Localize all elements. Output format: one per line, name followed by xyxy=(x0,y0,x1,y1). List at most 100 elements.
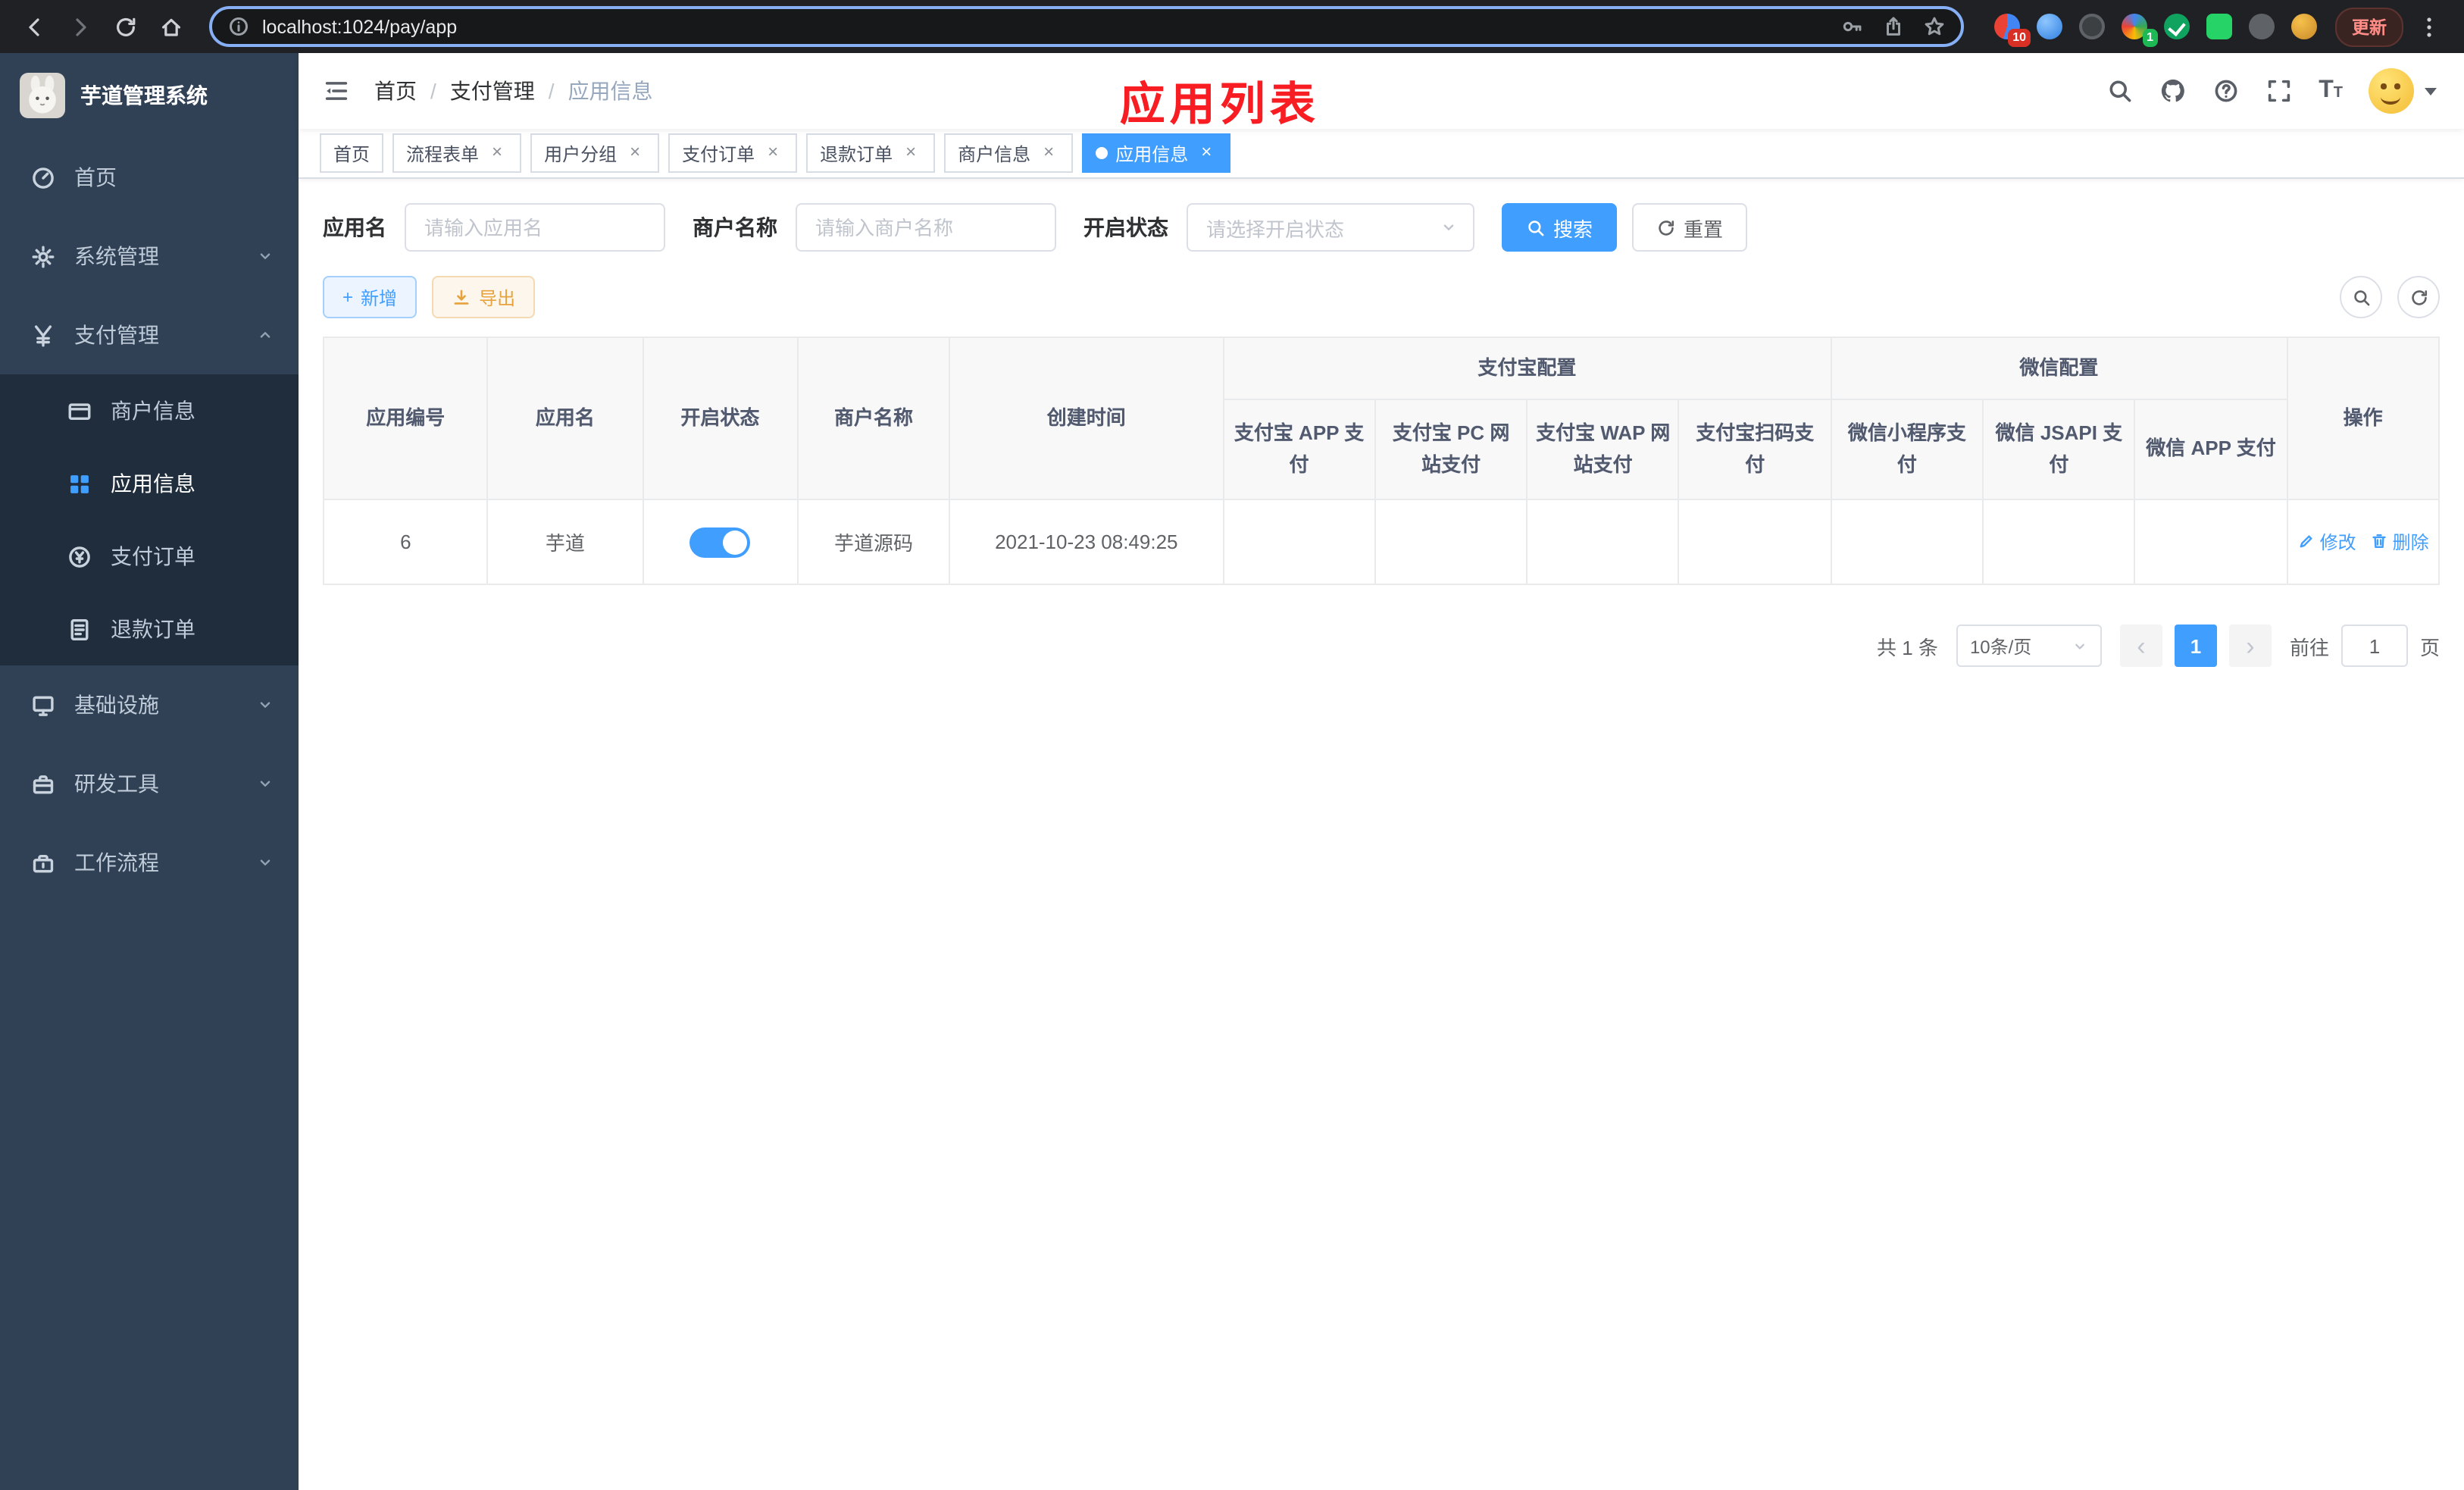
extension-face-icon[interactable] xyxy=(2291,14,2317,39)
tab-process-form[interactable]: 流程表单 × xyxy=(392,133,522,173)
tab-pay-order[interactable]: 支付订单 × xyxy=(668,133,798,173)
col-wx-mini: 微信小程序支付 xyxy=(1830,399,1984,500)
edit-button[interactable]: 修改 xyxy=(2297,529,2356,555)
delete-button[interactable]: 删除 xyxy=(2370,529,2429,555)
page-annotation-title: 应用列表 xyxy=(1119,80,1320,130)
back-icon[interactable] xyxy=(15,7,55,46)
merchant-name-input[interactable] xyxy=(796,203,1056,252)
page-size-select[interactable]: 10条/页 xyxy=(1956,624,2102,667)
extension-dark-icon[interactable] xyxy=(2079,14,2105,39)
goto-page-input[interactable] xyxy=(2340,624,2408,667)
bookmark-star-icon[interactable] xyxy=(1923,15,1946,38)
status-select[interactable]: 请选择开启状态 xyxy=(1187,203,1474,252)
refresh-button[interactable] xyxy=(2397,276,2440,318)
export-button[interactable]: 导出 xyxy=(432,276,536,318)
briefcase-icon xyxy=(33,853,54,872)
close-icon[interactable]: × xyxy=(762,142,783,164)
extension-green-check-icon[interactable] xyxy=(2164,14,2190,39)
extension-colorful-icon[interactable]: 1 xyxy=(2122,14,2158,47)
logo-avatar xyxy=(20,73,65,118)
user-menu[interactable] xyxy=(2369,68,2437,114)
search-button[interactable]: 搜索 xyxy=(1502,203,1618,252)
sidebar-item-app-info[interactable]: 应用信息 xyxy=(0,447,299,520)
password-key-icon[interactable] xyxy=(1841,15,1864,38)
url-text[interactable]: localhost:1024/pay/app xyxy=(262,16,1829,37)
close-icon[interactable]: × xyxy=(624,142,646,164)
pencil-icon xyxy=(2300,536,2312,548)
prev-page-button[interactable]: ‹ xyxy=(2119,624,2162,667)
chevron-down-icon xyxy=(260,702,270,708)
col-alipay-wap: 支付宝 WAP 网站支付 xyxy=(1526,399,1680,500)
col-app-name: 应用名 xyxy=(486,337,644,500)
font-size-icon[interactable]: TT xyxy=(2319,78,2343,103)
sidebar-item-pay-order[interactable]: 支付订单 xyxy=(0,520,299,593)
tab-refund-order[interactable]: 退款订单 × xyxy=(806,133,936,173)
app-name-label: 应用名 xyxy=(323,215,386,239)
page-number-1[interactable]: 1 xyxy=(2174,624,2217,667)
sidebar-item-refund-order[interactable]: 退款订单 xyxy=(0,593,299,665)
app-title: 芋道管理系统 xyxy=(80,83,208,108)
cell-status xyxy=(642,499,799,585)
sidebar-fold-icon[interactable] xyxy=(299,53,374,129)
github-icon[interactable] xyxy=(2159,77,2187,105)
add-button[interactable]: + 新增 xyxy=(323,276,417,318)
sidebar-item-system[interactable]: 系统管理 xyxy=(0,217,299,296)
screen: localhost:1024/pay/app 10 1 更新 芋道管理系统 首页… xyxy=(0,0,2464,1490)
browser-update-button[interactable]: 更新 xyxy=(2335,7,2403,46)
sidebar: 芋道管理系统 首页 系统管理 支付管理 商户信息 应用信息 支付订单 退款订单 … xyxy=(0,53,299,1490)
extension-puzzle-icon[interactable]: 10 xyxy=(1994,14,2031,47)
caret-down-icon xyxy=(2425,87,2437,95)
sidebar-item-infrastructure[interactable]: 基础设施 xyxy=(0,665,299,744)
share-icon[interactable] xyxy=(1882,15,1905,38)
status-toggle[interactable] xyxy=(689,527,751,557)
cell-created: 2021-10-23 08:49:25 xyxy=(949,499,1224,585)
forward-icon[interactable] xyxy=(61,7,100,46)
right-toolbar xyxy=(2340,276,2440,318)
trash-icon xyxy=(2372,534,2386,549)
fullscreen-icon[interactable] xyxy=(2265,77,2293,105)
toggle-search-button[interactable] xyxy=(2340,276,2382,318)
browser-menu-icon[interactable] xyxy=(2409,7,2449,46)
close-icon[interactable]: × xyxy=(900,142,921,164)
home-icon[interactable] xyxy=(152,7,191,46)
close-icon[interactable]: × xyxy=(1038,142,1059,164)
extension-drop-icon[interactable] xyxy=(2037,14,2062,39)
browser-toolbar: localhost:1024/pay/app 10 1 更新 xyxy=(0,0,2464,53)
close-icon[interactable]: × xyxy=(1196,142,1217,164)
breadcrumb-pay[interactable]: 支付管理 xyxy=(450,76,535,106)
table-toolbar: + 新增 导出 xyxy=(323,276,2440,318)
tab-app-info[interactable]: 应用信息 × xyxy=(1082,133,1231,173)
page-content: 应用名 商户名称 开启状态 请选择开启状态 搜索 重置 xyxy=(299,179,2464,1490)
next-page-button[interactable]: › xyxy=(2228,624,2272,667)
help-icon[interactable] xyxy=(2212,77,2240,105)
site-info-icon[interactable] xyxy=(227,15,250,38)
search-icon[interactable] xyxy=(2106,77,2134,105)
main-area: 首页 / 支付管理 / 应用信息 TT 首页 流程表单 × 用户分组 × 支付订… xyxy=(299,53,2464,1490)
download-icon xyxy=(454,289,469,304)
breadcrumb-home[interactable]: 首页 xyxy=(374,76,417,106)
tab-merchant-info[interactable]: 商户信息 × xyxy=(944,133,1074,173)
app-table: 应用编号 应用名 开启状态 商户名称 创建时间 支付宝配置 微信配置 操作 支付… xyxy=(322,337,2441,585)
extension-pin-icon[interactable] xyxy=(2249,14,2275,39)
reload-icon[interactable] xyxy=(106,7,145,46)
sidebar-item-pay[interactable]: 支付管理 xyxy=(0,296,299,374)
app-logo[interactable]: 芋道管理系统 xyxy=(0,53,299,138)
card-icon xyxy=(68,402,91,420)
user-avatar[interactable] xyxy=(2369,68,2414,114)
chevron-up-icon xyxy=(260,332,270,338)
sidebar-item-dev-tools[interactable]: 研发工具 xyxy=(0,744,299,823)
sidebar-item-merchant-info[interactable]: 商户信息 xyxy=(0,374,299,447)
app-name-input[interactable] xyxy=(405,203,665,252)
sidebar-item-workflow[interactable]: 工作流程 xyxy=(0,823,299,902)
reset-button[interactable]: 重置 xyxy=(1632,203,1748,252)
tab-user-group[interactable]: 用户分组 × xyxy=(530,133,660,173)
extension-green-square-icon[interactable] xyxy=(2206,14,2232,39)
tab-home[interactable]: 首页 xyxy=(320,133,384,173)
breadcrumb: 首页 / 支付管理 / 应用信息 xyxy=(374,76,653,106)
table-row: 6 芋道 芋道源码 2021-10-23 08:49:25 修改 删除 xyxy=(322,499,2441,585)
address-bar[interactable]: localhost:1024/pay/app xyxy=(209,6,1964,47)
sidebar-item-home[interactable]: 首页 xyxy=(0,138,299,217)
yen-icon xyxy=(34,324,52,346)
col-alipay-pc: 支付宝 PC 网站支付 xyxy=(1374,399,1528,500)
close-icon[interactable]: × xyxy=(486,142,508,164)
